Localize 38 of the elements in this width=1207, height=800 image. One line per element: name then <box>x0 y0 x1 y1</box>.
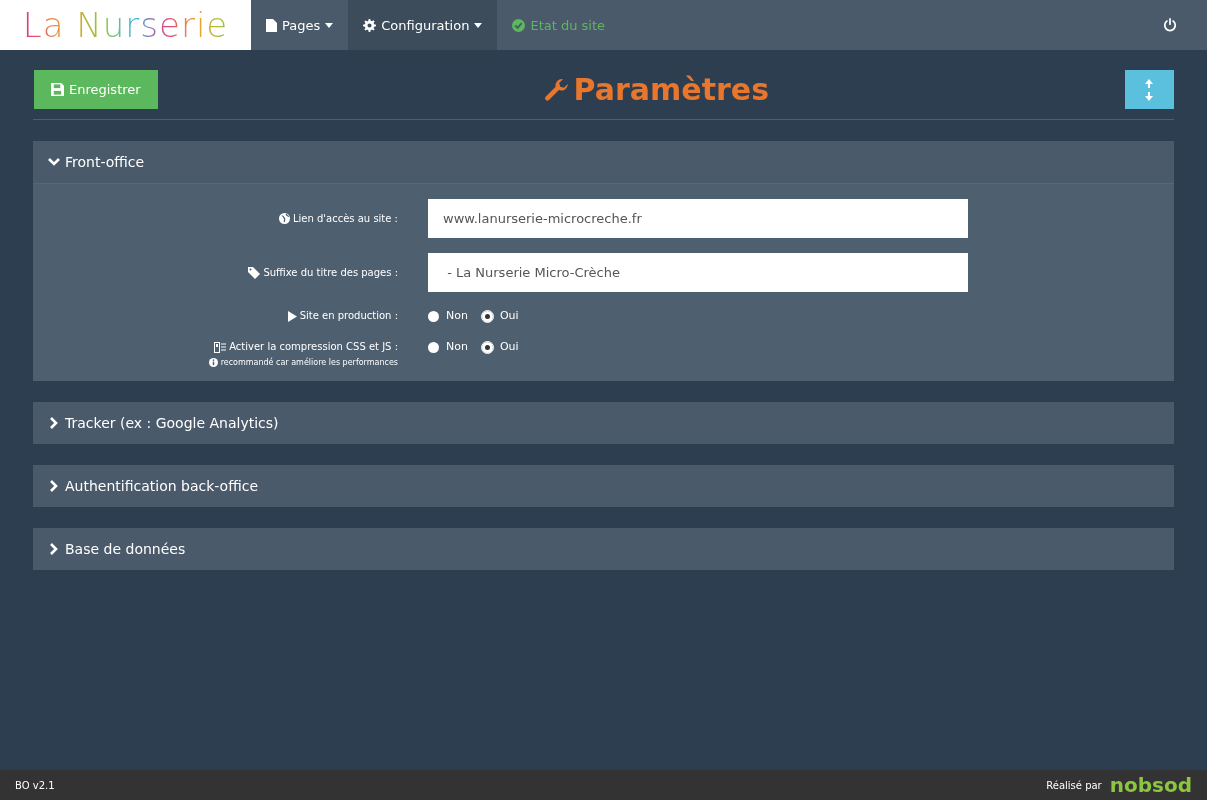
field-label: Suffixe du titre des pages : <box>248 263 398 282</box>
text-input[interactable]: www.lanurserie-microcreche.fr <box>428 199 968 238</box>
info-icon <box>208 358 218 367</box>
nav-link[interactable]: Pages <box>251 0 349 50</box>
radio-button[interactable] <box>481 310 493 322</box>
tag-icon <box>248 266 261 279</box>
radio-option[interactable]: Oui <box>481 307 519 325</box>
page-title: Paramètres <box>513 72 770 107</box>
wrench-icon <box>543 76 570 103</box>
version-label: BO v2.1 <box>15 779 55 791</box>
check-circle-icon <box>512 18 526 32</box>
chevron-right-icon <box>48 417 60 429</box>
globe-icon <box>278 213 290 224</box>
radio-button[interactable] <box>428 341 439 353</box>
radio-option[interactable]: Non <box>428 307 468 325</box>
radio-button[interactable] <box>428 310 439 322</box>
field-label: Lien d'accès au site : <box>278 209 398 228</box>
field-label: Activer la compression CSS et JS : <box>214 338 398 356</box>
compress-icon <box>214 341 227 353</box>
caret-icon <box>325 22 334 28</box>
radio-option[interactable]: Non <box>428 338 468 356</box>
play-icon <box>287 310 297 322</box>
radio-button[interactable] <box>481 341 493 353</box>
settings-icon <box>363 18 377 32</box>
chevron-down-icon <box>48 156 60 168</box>
nav-link[interactable]: Configuration <box>348 0 498 50</box>
hint-text: recommandé car améliore les performances <box>208 358 398 367</box>
radio-option[interactable]: Oui <box>481 338 519 356</box>
chevron-right-icon <box>48 543 60 555</box>
credit-text: Réalisé par <box>1046 779 1102 791</box>
file-icon <box>266 18 277 32</box>
power-icon[interactable] <box>1163 18 1177 32</box>
up-down-arrows-icon <box>1144 78 1155 101</box>
chevron-right-icon <box>48 480 60 492</box>
text-input[interactable]: - La Nurserie Micro-Crèche <box>428 253 968 292</box>
field-label: Site en production : <box>287 307 398 325</box>
caret-icon <box>474 22 483 28</box>
brand-logo[interactable]: nobsod <box>1109 775 1192 795</box>
